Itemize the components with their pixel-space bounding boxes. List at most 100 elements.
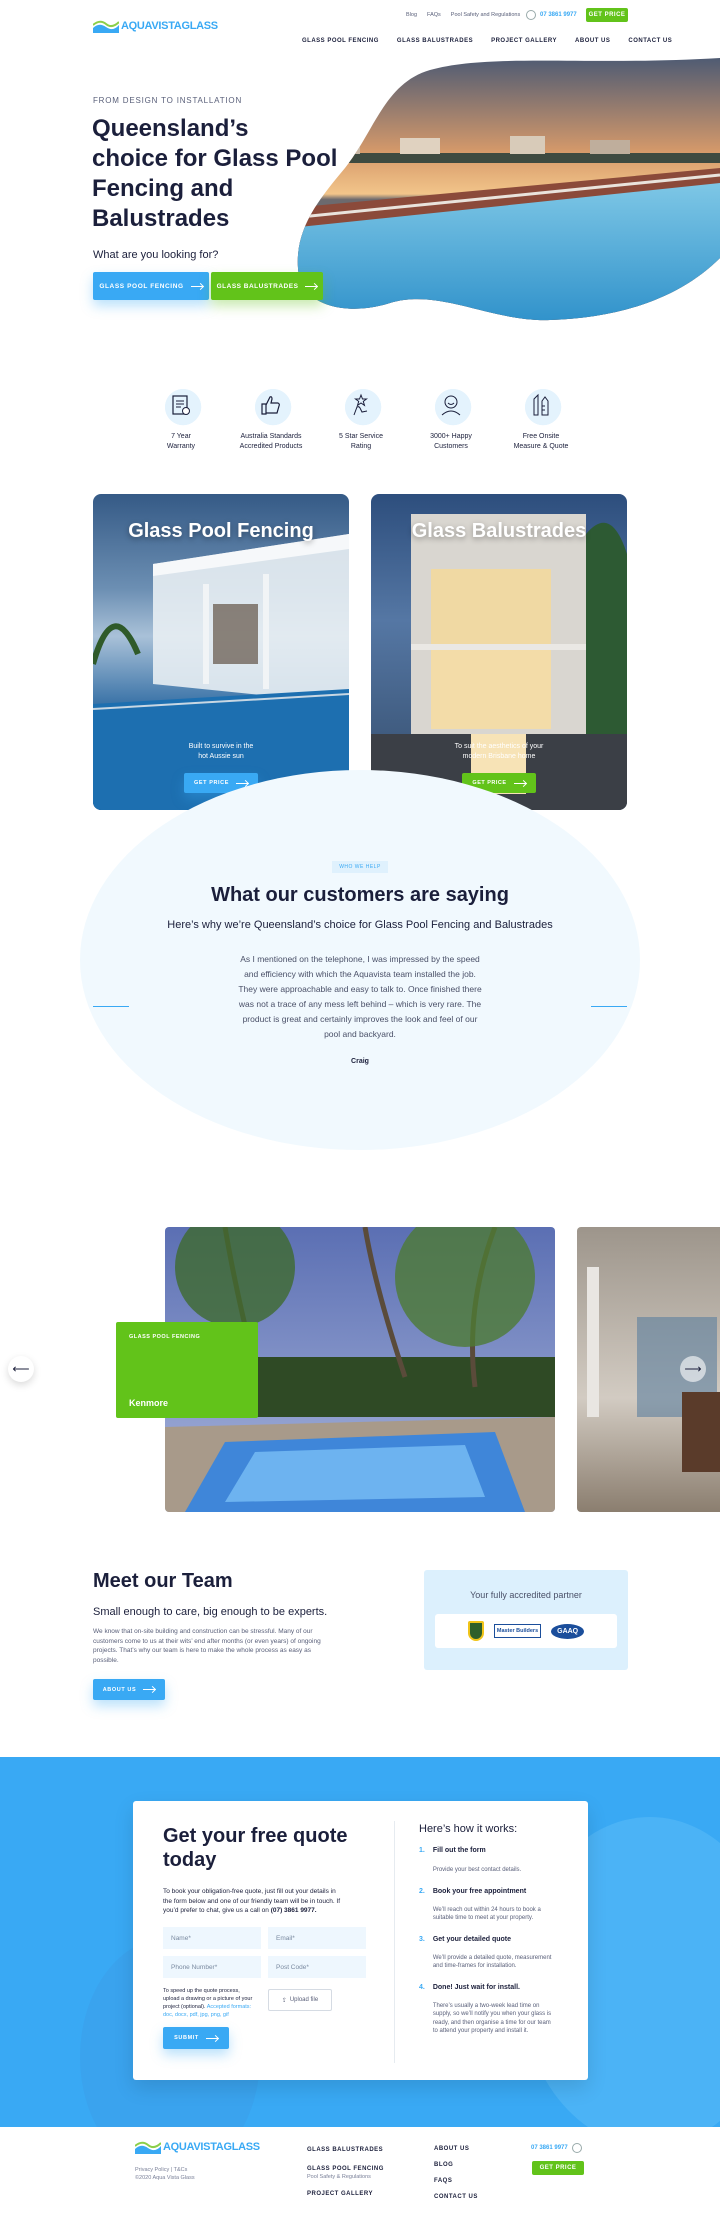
quote-line: was not a trace of any mess left behind …: [238, 999, 482, 1009]
partner-title: Your fully accredited partner: [470, 1590, 582, 1600]
partner-box: Your fully accredited partner Master Bui…: [424, 1570, 628, 1670]
hero-eyebrow: FROM DESIGN TO INSTALLATION: [93, 96, 243, 105]
quote-intro-line: the form below and one of our friendly t…: [163, 1897, 341, 1905]
name-input[interactable]: Name*: [163, 1927, 261, 1949]
testimonial-prev-arrow-icon[interactable]: [93, 1006, 129, 1007]
logo-text: AQUAVISTAGLASS: [121, 20, 218, 32]
step-number: 3.: [419, 1935, 425, 1943]
quote-intro: To book your obligation-free quote, just…: [163, 1887, 373, 1916]
accreditation-shield-icon: [467, 1621, 484, 1641]
logo-wave-icon: [135, 2141, 161, 2154]
testimonial-author: Craig: [351, 1058, 369, 1065]
hero-title: Queensland’s choice for Glass Pool Fenci…: [92, 114, 337, 234]
postcode-input[interactable]: Post Code*: [268, 1956, 366, 1978]
team-body-line: customers come to us at their wits’ end …: [93, 1637, 321, 1645]
step: 2. Book your free appointment We’ll reach …: [419, 1888, 569, 1923]
hero-title-line: Queensland’s: [92, 115, 249, 142]
upload-hint-line: project (optional).: [163, 2004, 206, 2010]
gallery-next-arrow-icon[interactable]: ⟶: [680, 1356, 706, 1382]
footer-col-products: GLASS BALUSTRADES GLASS POOL FENCING Poo…: [307, 2146, 384, 2198]
feature-label: Rating: [350, 443, 372, 450]
nav-glass-pool-fencing[interactable]: GLASS POOL FENCING: [302, 38, 379, 44]
upload-formats: doc, docx, pdf, jpg, png, gif: [163, 2012, 229, 2018]
quote-card: Get your free quote today To book your o…: [133, 1801, 588, 2080]
footer-logo[interactable]: AQUAVISTAGLASS: [135, 2140, 260, 2154]
footer-get-price-button[interactable]: GET PRICE: [532, 2161, 584, 2175]
footer-link-contact[interactable]: CONTACT US: [434, 2193, 478, 2201]
phone-icon: [571, 2143, 582, 2153]
nav-project-gallery[interactable]: PROJECT GALLERY: [491, 38, 557, 44]
footer-link-faqs[interactable]: FAQS: [434, 2177, 478, 2185]
step: 3. Get your detailed quote We’ll provide a…: [419, 1936, 569, 1971]
team-body-line: projects. That’s why our team is here to…: [93, 1647, 311, 1654]
step-number: 1.: [419, 1847, 425, 1854]
measure-tools-icon: [520, 384, 562, 426]
hero-title-line: Balustrades: [92, 205, 230, 232]
footer-link-pool-safety[interactable]: Pool Safety & Regulations: [307, 2173, 384, 2181]
testimonial-title: What our customers are saying: [211, 884, 509, 906]
footer-phone[interactable]: 07 3861 9977: [531, 2145, 568, 2151]
email-input[interactable]: Email*: [268, 1927, 366, 1949]
footer-legal-links[interactable]: Privacy Policy | T&Cs: [135, 2166, 195, 2174]
upload-hint: To speed up the quote process, upload a …: [163, 1987, 268, 2019]
footer-link-gallery[interactable]: PROJECT GALLERY: [307, 2190, 384, 2198]
button-label: GET PRICE: [472, 780, 507, 786]
step-title: Book your free appointment: [432, 1887, 527, 1895]
logo[interactable]: AQUAVISTAGLASS: [93, 19, 218, 33]
feature-service: 5 Star Service Rating: [316, 384, 406, 452]
quote-intro-phone[interactable]: (07) 3861 9977.: [271, 1907, 317, 1914]
quote-line: product is great and certainly improves …: [242, 1014, 478, 1024]
card-caption: To suit the aesthetics of your modern Bri…: [371, 742, 627, 762]
card-caption-line: hot Aussie sun: [198, 753, 244, 760]
phone-input[interactable]: Phone Number*: [163, 1956, 261, 1978]
step: 1. Fill out the form Provide your best con…: [419, 1847, 569, 1875]
footer-col-company: ABOUT US BLOG FAQS CONTACT US: [434, 2145, 478, 2201]
footer-link-balustrades[interactable]: GLASS BALUSTRADES: [307, 2146, 384, 2154]
step-title: Get your detailed quote: [432, 1935, 512, 1943]
hero-pool-fencing-button[interactable]: GLASS POOL FENCING: [93, 272, 209, 300]
quote-title: Get your free quote today: [163, 1824, 347, 1872]
feature-label: Australia Standards: [240, 433, 302, 440]
button-label: SUBMIT: [174, 2035, 199, 2041]
card-title: Glass Pool Fencing: [128, 520, 314, 542]
card-balustrades[interactable]: Glass Balustrades To suit the aesthetics…: [371, 494, 627, 810]
step: 4. Done! Just wait for install. There’s us…: [419, 1984, 569, 2036]
header-phone[interactable]: 07 3861 9977: [540, 12, 577, 18]
step-desc: and time-frames for installation.: [432, 1963, 517, 1969]
divider: [394, 1821, 395, 2063]
upload-hint-line: To speed up the quote process,: [163, 1988, 240, 1994]
card-title: Glass Balustrades: [411, 520, 587, 542]
step-desc: Provide your best contact details.: [432, 1867, 522, 1873]
feature-label: Measure & Quote: [513, 443, 569, 450]
team-subtitle: Small enough to care, big enough to be e…: [93, 1606, 328, 1618]
master-builders-logo: Master Builders: [493, 1624, 542, 1638]
card-caption-line: Built to survive in the: [188, 743, 254, 750]
upload-icon: ⇪: [281, 1997, 287, 2004]
feature-label: Free Onsite: [522, 433, 560, 440]
testimonial-next-arrow-icon[interactable]: [591, 1006, 627, 1007]
step-title: Done! Just wait for install.: [432, 1983, 520, 1991]
submit-button[interactable]: SUBMIT: [163, 2027, 229, 2049]
footer-link-pool-fencing[interactable]: GLASS POOL FENCING: [307, 2165, 384, 2173]
how-steps: 1. Fill out the form Provide your best con…: [419, 1847, 569, 2036]
card-pool-fencing[interactable]: Glass Pool Fencing Built to survive in t…: [93, 494, 349, 810]
feature-label: 3000+ Happy: [430, 433, 472, 440]
nav-contact-us[interactable]: CONTACT US: [628, 38, 672, 44]
hero-balustrades-button[interactable]: GLASS BALUSTRADES: [211, 272, 323, 300]
how-title: Here’s how it works:: [419, 1823, 518, 1835]
top-link-blog[interactable]: Blog: [406, 12, 417, 18]
about-us-button[interactable]: ABOUT US: [93, 1679, 165, 1700]
gallery-caption-box: GLASS POOL FENCING Kenmore: [116, 1322, 258, 1418]
nav-about-us[interactable]: ABOUT US: [575, 38, 610, 44]
footer-link-blog[interactable]: BLOG: [434, 2161, 478, 2169]
step-desc: ready, and then organise a time for our …: [432, 2019, 551, 2026]
gallery-prev-arrow-icon[interactable]: ⟵: [8, 1356, 34, 1382]
footer-legal: Privacy Policy | T&Cs ©2020 Aqua Vista G…: [135, 2166, 195, 2182]
top-link-faqs[interactable]: FAQs: [427, 12, 441, 18]
upload-file-button[interactable]: ⇪ Upload file: [268, 1989, 332, 2011]
nav-glass-balustrades[interactable]: GLASS BALUSTRADES: [397, 38, 473, 44]
top-link-pool-safety[interactable]: Pool Safety and Regulations: [451, 12, 520, 18]
header-get-price-button[interactable]: GET PRICE: [586, 8, 628, 22]
footer-link-about[interactable]: ABOUT US: [434, 2145, 478, 2153]
team-title: Meet our Team: [93, 1570, 233, 1592]
